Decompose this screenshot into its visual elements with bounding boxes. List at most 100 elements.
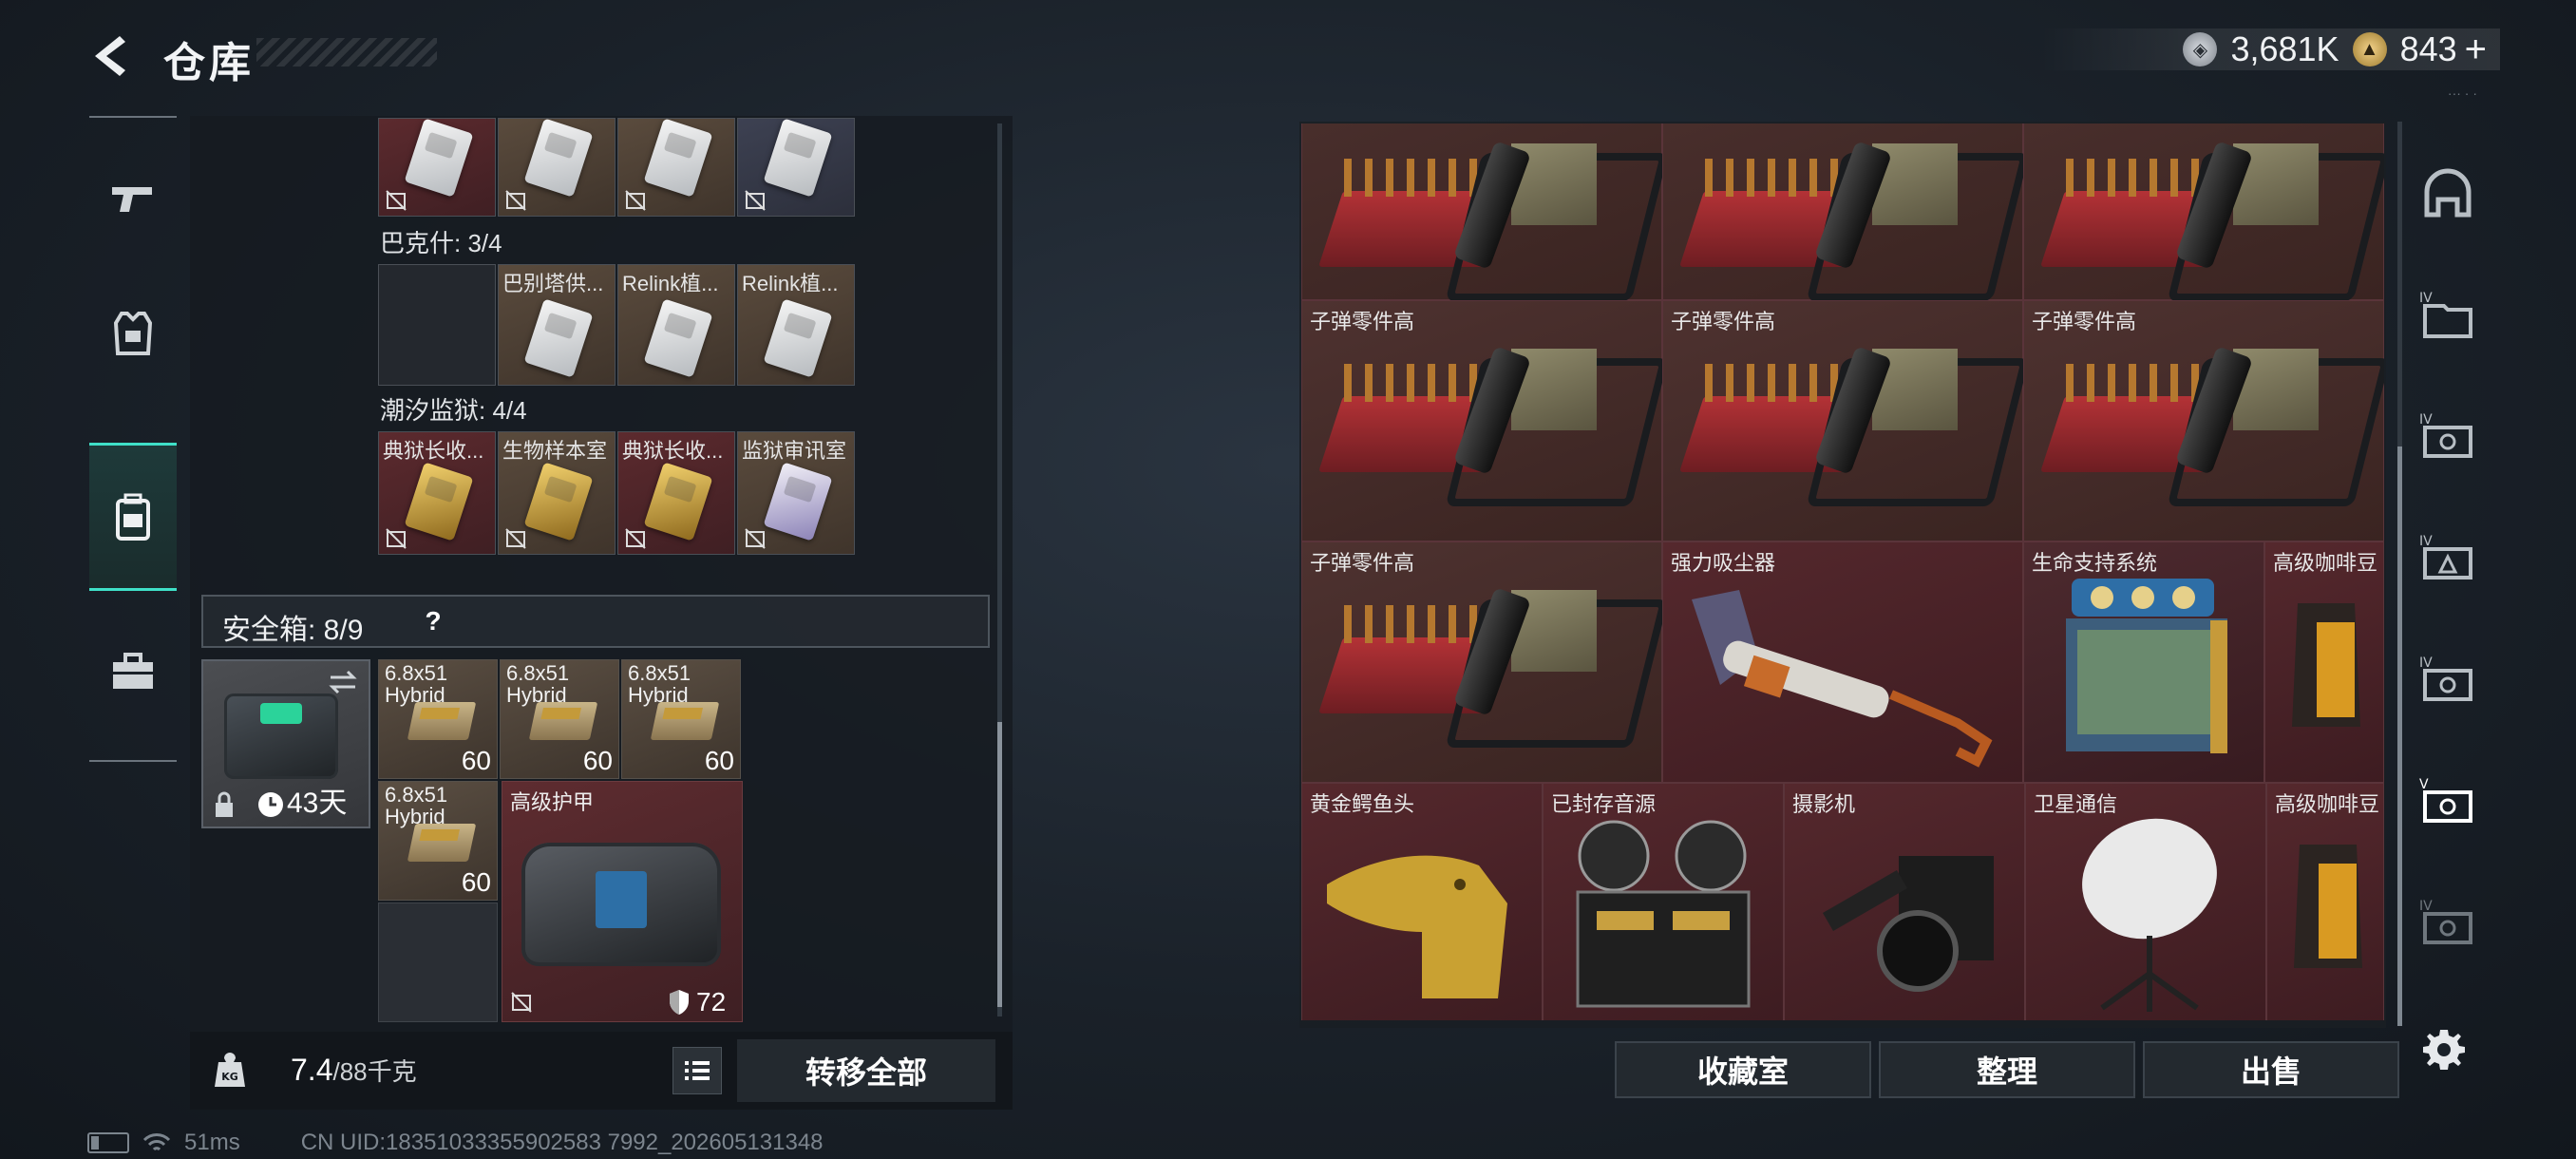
back-arrow-icon[interactable]: [87, 32, 135, 80]
no-transfer-icon: [505, 528, 526, 549]
stash-item[interactable]: 子弹零件高: [1662, 300, 2030, 542]
ammo-item[interactable]: 6.8x51 Hybrid 60: [621, 659, 741, 779]
ammo-item[interactable]: 6.8x51 Hybrid 60: [378, 659, 498, 779]
ticket-iv-icon: IV: [2419, 412, 2472, 458]
stash-item[interactable]: 黄金鳄鱼头: [1301, 783, 1543, 1020]
stash-item[interactable]: 已封存音源: [1543, 783, 1784, 1020]
keycard-slot[interactable]: [498, 118, 616, 217]
nav-weapons[interactable]: [89, 127, 177, 270]
nav-armor[interactable]: [89, 262, 177, 405]
no-transfer-icon: [745, 528, 766, 549]
ammo-item[interactable]: 6.8x51 Hybrid 60: [378, 781, 498, 901]
stash-page-1[interactable]: [2407, 133, 2489, 255]
stash-item[interactable]: 强力吸尘器: [1662, 542, 2023, 783]
gold-coin-icon: ▲: [2352, 32, 2387, 66]
no-transfer-icon: [745, 190, 766, 211]
svg-text:V: V: [2419, 777, 2429, 792]
ammo-count: 60: [704, 746, 734, 775]
stash-page-7[interactable]: IV: [2407, 863, 2489, 984]
safebox-image: [224, 694, 338, 779]
stash-item[interactable]: [1662, 124, 2030, 301]
silver-currency-value: 3,681K: [2230, 29, 2339, 68]
ammo-name: 6.8x51 Hybrid: [506, 661, 570, 707]
sell-button[interactable]: 出售: [2143, 1041, 2399, 1098]
svg-text:IV: IV: [2419, 412, 2433, 428]
keycard-image: [523, 298, 594, 378]
no-transfer-icon: [386, 528, 407, 549]
ticket-v-icon: V: [2419, 777, 2472, 823]
keycard-image: [523, 462, 594, 542]
ammo-name: 6.8x51 Hybrid: [385, 661, 448, 707]
vacuum-image: [1692, 590, 1993, 768]
ammo-name: 6.8x51 Hybrid: [385, 783, 448, 828]
keycard-slot[interactable]: [617, 118, 735, 217]
stash-scroll-thumb[interactable]: [2397, 446, 2402, 1026]
keycard-slot[interactable]: [737, 118, 855, 217]
keycard-slot[interactable]: 巴别塔供...: [498, 264, 616, 386]
keycard-slot[interactable]: 典狱长收...: [378, 431, 496, 555]
safebox-container[interactable]: 43天: [201, 659, 370, 828]
item-name: 黄金鳄鱼头: [1310, 792, 1415, 816]
list-view-button[interactable]: [672, 1047, 722, 1094]
nav-toolbox[interactable]: [89, 600, 177, 743]
safebox-capacity: 安全箱: 8/9: [222, 615, 364, 646]
settings-gear-icon[interactable]: [2420, 1026, 2468, 1074]
keycard-slot[interactable]: [378, 118, 496, 217]
keycard-slot[interactable]: 监狱审讯室: [737, 431, 855, 555]
stash-item[interactable]: 子弹零件高: [1301, 300, 1669, 542]
folder-iv-icon: IV: [2419, 291, 2472, 338]
armor-name: 高级护甲: [510, 790, 595, 814]
keycard-image: [404, 119, 474, 198]
keycard-image: [643, 462, 713, 542]
shield-icon: [670, 990, 689, 1015]
keycard-slot-empty[interactable]: [378, 264, 496, 386]
stash-page-nav: IV IV IV IV V IV: [2407, 122, 2489, 1110]
stash-page-2[interactable]: IV: [2407, 255, 2489, 376]
organize-button[interactable]: 整理: [1879, 1041, 2135, 1098]
stash-page-6-active[interactable]: V: [2407, 741, 2489, 863]
stash-page-5[interactable]: IV: [2407, 619, 2489, 741]
keycard-slot[interactable]: 生物样本室: [498, 431, 616, 555]
armor-item[interactable]: 高级护甲 72: [502, 781, 743, 1022]
add-currency-button[interactable]: +: [2465, 28, 2487, 71]
uid-label: CN UID:18351033355902583 7992_2026051313…: [300, 1130, 824, 1155]
satellite-dish-image: [2082, 818, 2217, 1012]
transfer-all-button[interactable]: 转移全部: [737, 1039, 995, 1102]
ammo-count: 60: [582, 746, 613, 775]
svg-text:IV: IV: [2419, 291, 2433, 306]
swap-icon[interactable]: [327, 669, 359, 695]
safebox-days-remaining: 43天: [287, 788, 348, 819]
keycard-group-label: 巴克什: 3/4: [380, 229, 502, 257]
help-icon[interactable]: ?: [416, 604, 450, 638]
stash-item[interactable]: 生命支持系统: [2023, 542, 2264, 783]
ammo-image: [650, 702, 720, 740]
keycard-name: 典狱长收...: [383, 439, 484, 463]
collection-room-button[interactable]: 收藏室: [1615, 1041, 1871, 1098]
stash-item[interactable]: 卫星通信: [2025, 783, 2266, 1020]
stash-item[interactable]: 摄影机: [1784, 783, 2025, 1020]
ammo-item[interactable]: 6.8x51 Hybrid 60: [500, 659, 619, 779]
keycard-name: Relink植...: [622, 272, 719, 295]
stash-item[interactable]: 高级咖啡豆: [2264, 542, 2384, 783]
lock-icon: [216, 791, 233, 817]
stash-item[interactable]: 子弹零件高: [2023, 300, 2384, 542]
title-decoration: [256, 38, 437, 66]
keycard-name: 典狱长收...: [622, 439, 724, 463]
keycard-slot[interactable]: Relink植...: [737, 264, 855, 386]
stash-item[interactable]: 高级咖啡豆: [2266, 783, 2384, 1020]
nav-backpack[interactable]: [89, 443, 177, 591]
weight-icon: KG: [215, 1053, 245, 1087]
backpack-scroll-thumb[interactable]: [997, 722, 1002, 1007]
stash-page-3[interactable]: IV: [2407, 376, 2489, 498]
keycard-name: 监狱审讯室: [742, 439, 847, 463]
stash-page-4[interactable]: IV: [2407, 498, 2489, 619]
stash-item[interactable]: [1301, 124, 1669, 301]
keycard-slot[interactable]: 典狱长收...: [617, 431, 735, 555]
stash-item[interactable]: [2023, 124, 2384, 301]
empty-slot[interactable]: [378, 902, 498, 1022]
stash-item[interactable]: 子弹零件高: [1301, 542, 1669, 783]
keycard-slot[interactable]: Relink植...: [617, 264, 735, 386]
keycard-image: [643, 119, 713, 198]
coffee-beans-image: [2292, 603, 2360, 727]
svg-text:KG: KG: [221, 1071, 238, 1083]
